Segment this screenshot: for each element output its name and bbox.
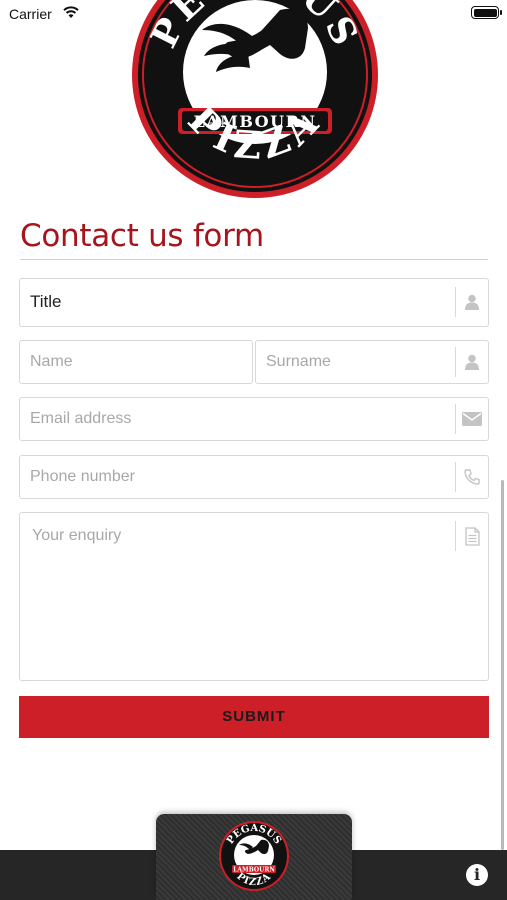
battery-icon xyxy=(471,6,502,19)
svg-text:LAMBOURN: LAMBOURN xyxy=(233,867,275,874)
name-placeholder: Name xyxy=(30,353,73,370)
info-icon[interactable]: i xyxy=(466,864,488,886)
person-icon xyxy=(455,287,488,317)
enquiry-placeholder: Your enquiry xyxy=(32,527,122,544)
pegasus-pizza-logo-small[interactable]: PEGASUS LAMBOURN PIZZA xyxy=(218,820,290,892)
scrollbar[interactable] xyxy=(501,480,504,850)
name-field[interactable]: Name xyxy=(19,340,253,384)
phone-field[interactable]: Phone number xyxy=(19,455,489,499)
email-field[interactable]: Email address xyxy=(19,397,489,441)
pegasus-pizza-logo: PEGASUS LAMBOURN PIZZA xyxy=(132,0,378,198)
submit-button[interactable]: SUBMIT xyxy=(19,696,489,738)
heading-divider xyxy=(20,259,488,260)
surname-placeholder: Surname xyxy=(266,353,331,370)
page-title: Contact us form xyxy=(20,218,264,254)
enquiry-textarea[interactable]: Your enquiry xyxy=(19,512,489,681)
surname-field[interactable]: Surname xyxy=(255,340,489,384)
envelope-icon xyxy=(455,404,488,434)
title-value: Title xyxy=(30,292,62,311)
email-placeholder: Email address xyxy=(30,410,132,427)
phone-placeholder: Phone number xyxy=(30,468,135,485)
title-select[interactable]: Title xyxy=(19,278,489,327)
phone-icon xyxy=(455,462,488,492)
person-icon xyxy=(455,347,488,377)
document-icon xyxy=(455,521,488,551)
